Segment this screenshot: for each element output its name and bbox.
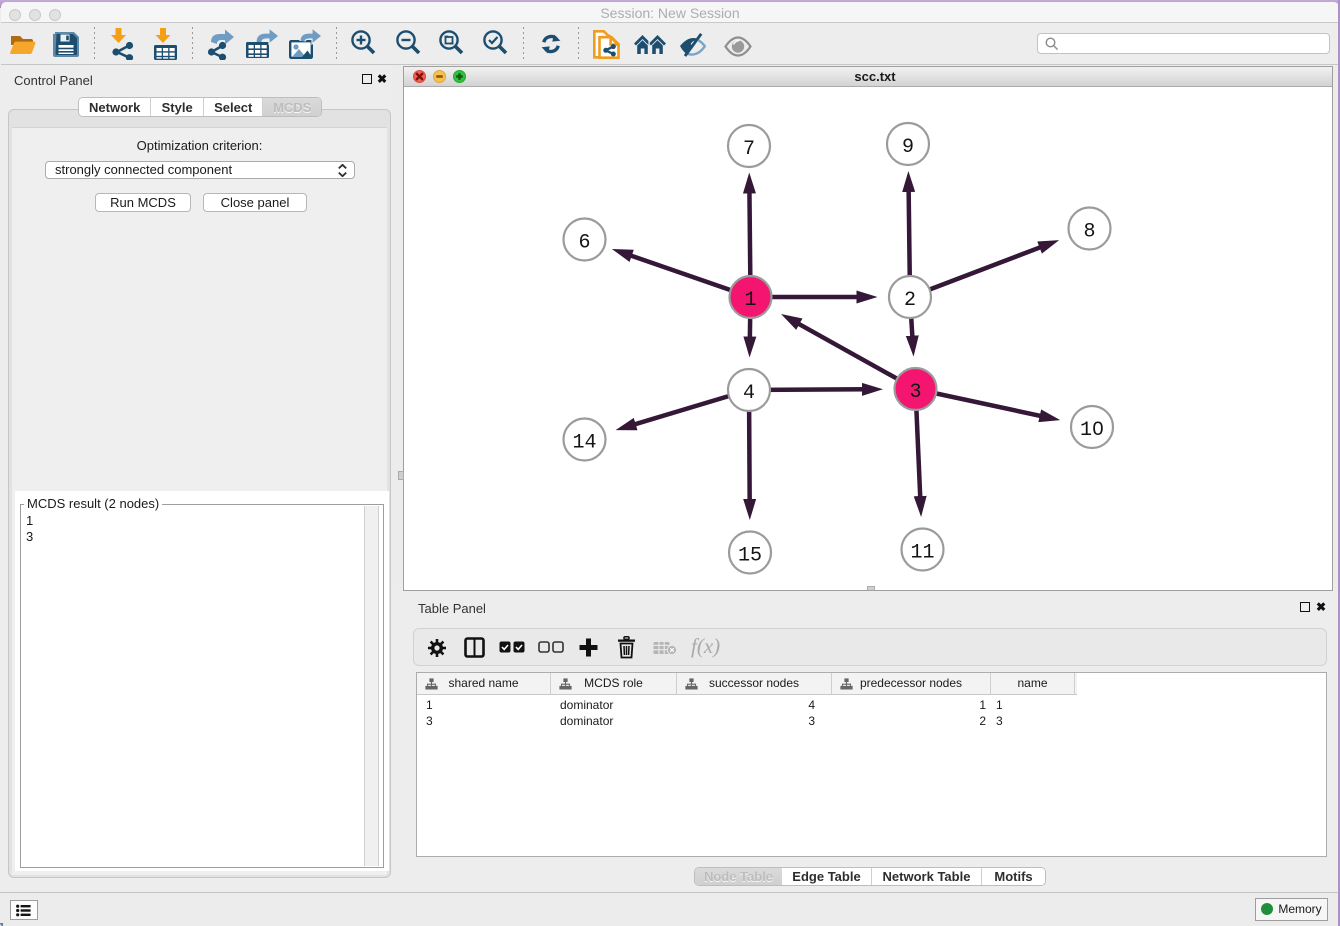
svg-text:1: 1 xyxy=(744,289,756,312)
svg-text:8: 8 xyxy=(1083,221,1095,244)
svg-text:2: 2 xyxy=(904,289,916,312)
svg-text:11: 11 xyxy=(910,542,934,565)
svg-text:10: 10 xyxy=(1080,419,1104,442)
svg-text:7: 7 xyxy=(743,138,755,161)
svg-text:9: 9 xyxy=(902,136,914,159)
svg-text:14: 14 xyxy=(572,432,596,455)
svg-text:15: 15 xyxy=(738,545,762,568)
svg-text:3: 3 xyxy=(909,381,921,404)
svg-text:4: 4 xyxy=(743,382,755,405)
svg-text:6: 6 xyxy=(578,232,590,255)
